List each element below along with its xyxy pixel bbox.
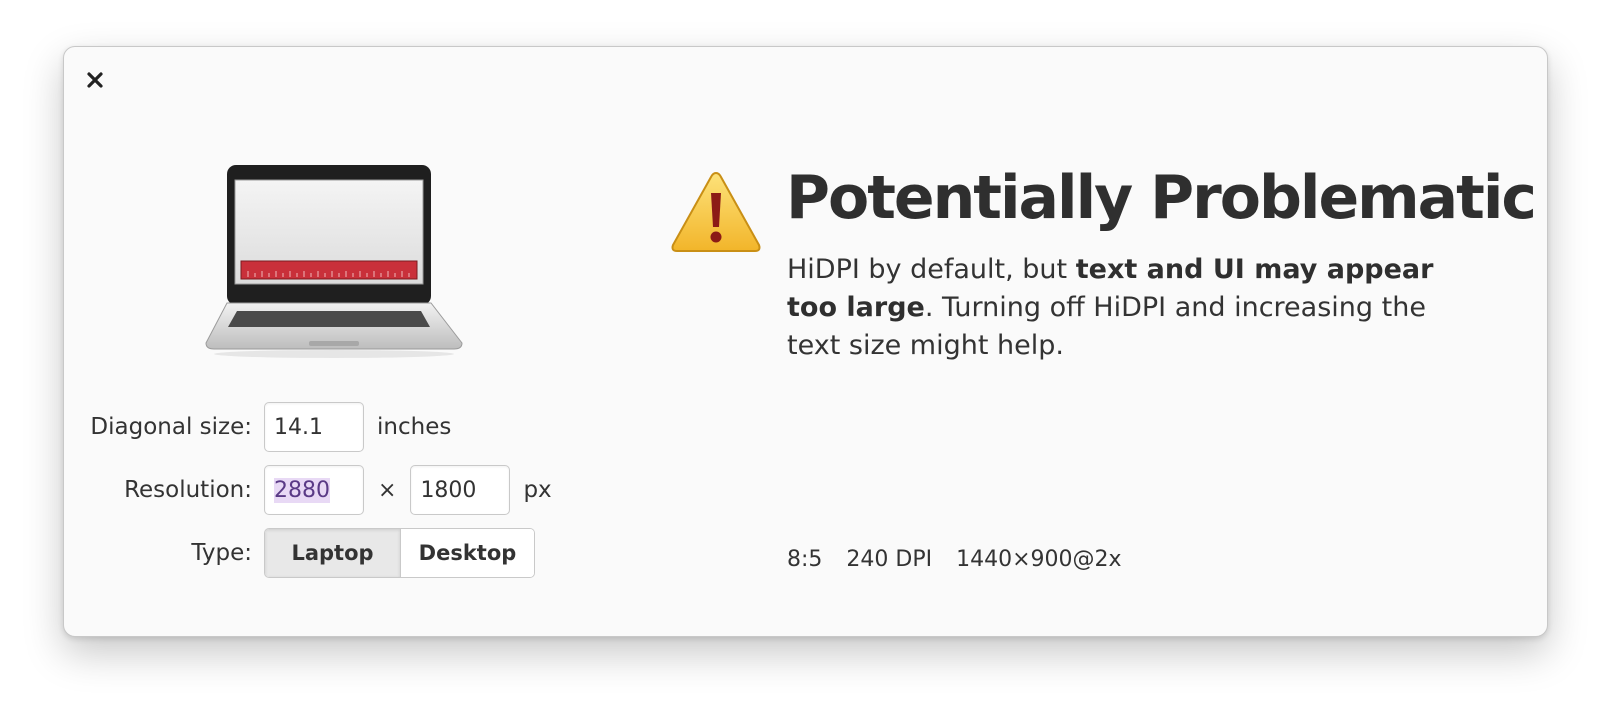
type-segmented-control: Laptop Desktop	[264, 528, 535, 578]
diagonal-input[interactable]	[264, 402, 364, 452]
desc-prefix: HiDPI by default, but	[787, 254, 1076, 285]
type-label: Type:	[191, 540, 252, 566]
type-laptop-button[interactable]: Laptop	[265, 529, 401, 577]
resolution-width-value: 2880	[274, 477, 330, 503]
resolution-unit: px	[523, 477, 552, 503]
resolution-label: Resolution:	[124, 477, 252, 503]
result-description: HiDPI by default, but text and UI may ap…	[787, 251, 1487, 365]
diagonal-row: Diagonal size: inches	[64, 402, 451, 452]
diagonal-label: Diagonal size:	[90, 414, 252, 440]
close-icon	[87, 72, 103, 88]
dialog-window: Diagonal size: inches Resolution: 2880 ×…	[63, 46, 1548, 637]
type-row: Type: Laptop Desktop	[64, 528, 535, 578]
type-desktop-button[interactable]: Desktop	[401, 529, 534, 577]
warning-icon	[671, 171, 761, 252]
aspect-ratio: 8:5	[787, 547, 823, 572]
result-title: Potentially Problematic	[786, 163, 1537, 233]
resolution-height-input[interactable]	[410, 465, 511, 515]
resolution-separator: ×	[378, 477, 397, 503]
scaled-resolution: 1440×900@2x	[956, 547, 1122, 572]
laptop-icon	[205, 165, 463, 358]
resolution-width-input[interactable]: 2880	[264, 465, 364, 515]
result-stats: 8:5 240 DPI 1440×900@2x	[787, 547, 1146, 572]
close-button[interactable]	[82, 67, 108, 93]
resolution-row: Resolution: 2880 × px	[64, 465, 552, 515]
dpi-value: 240 DPI	[846, 547, 933, 572]
diagonal-unit: inches	[377, 414, 452, 440]
